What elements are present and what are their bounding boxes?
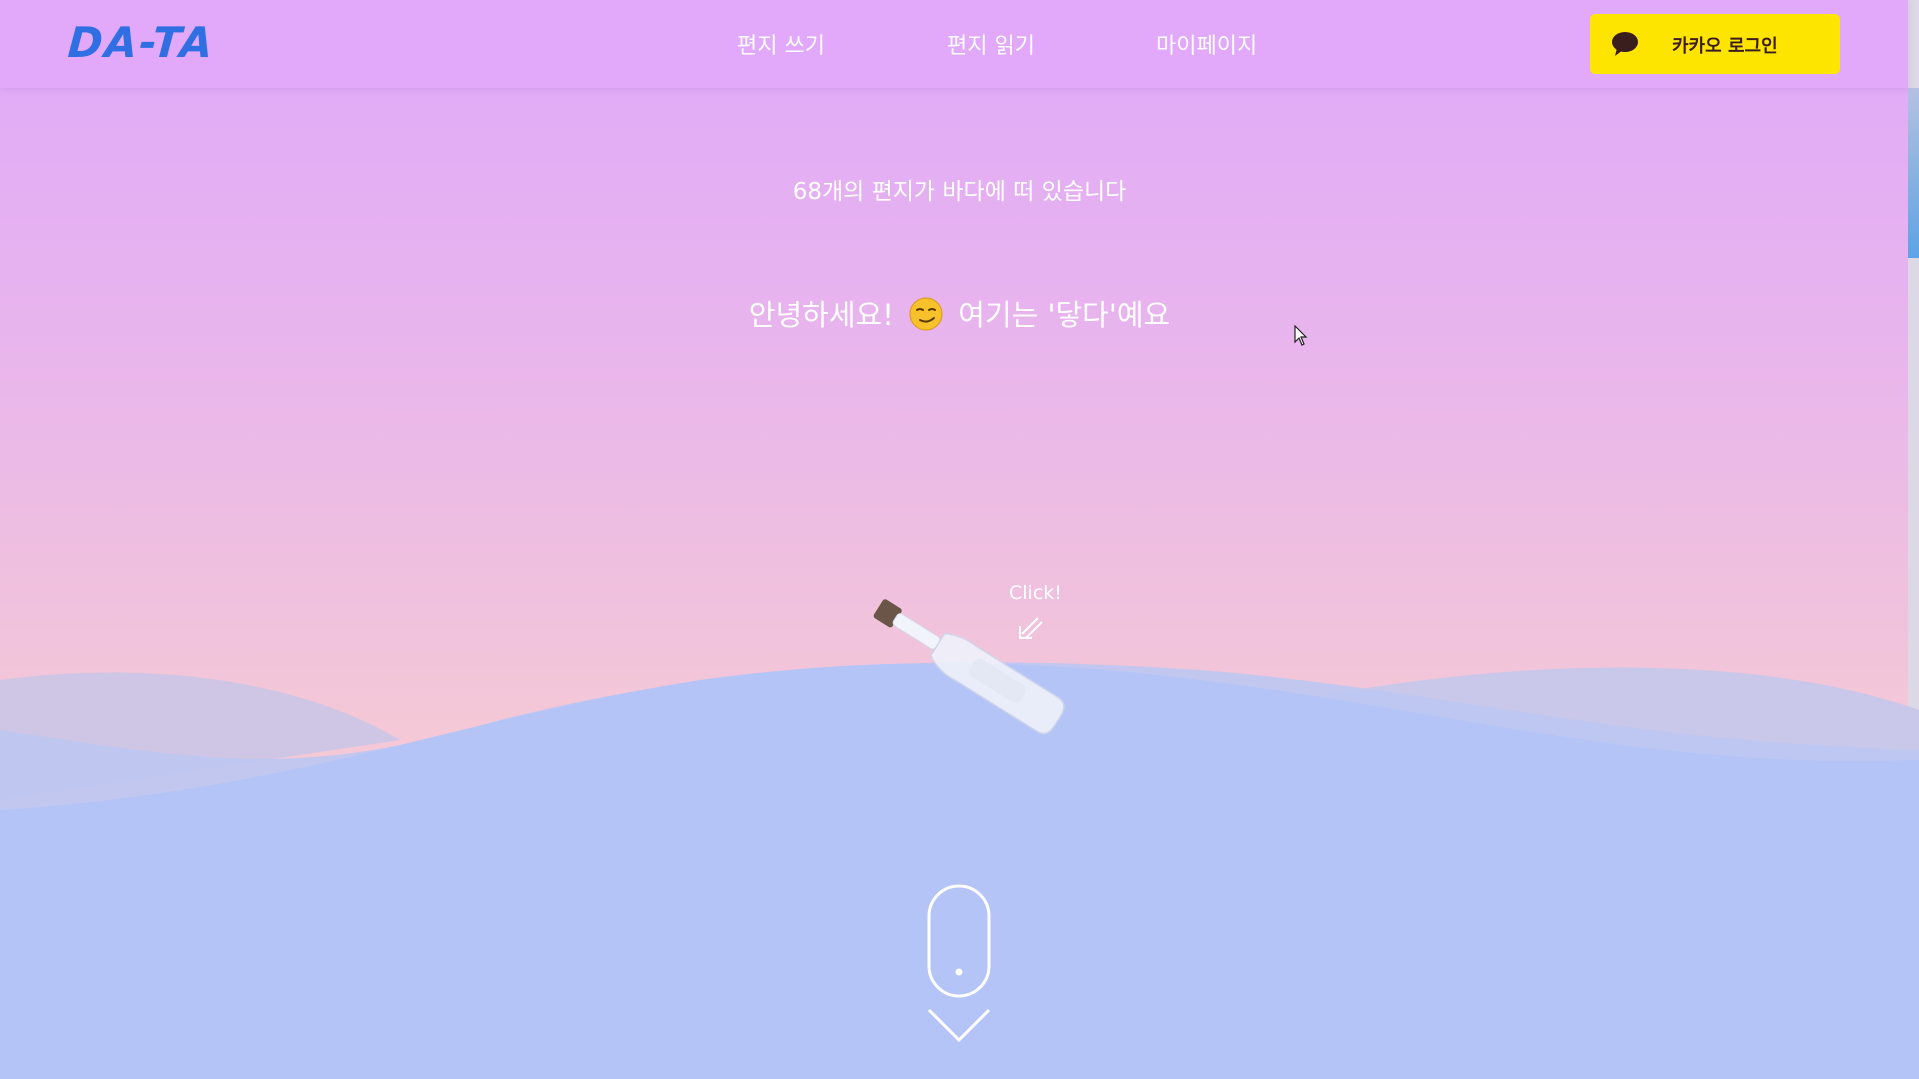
greeting-text: 안녕하세요! 여기는 '닿다'예요 (0, 292, 1919, 334)
kakao-login-button[interactable]: 카카오 로그인 (1590, 14, 1840, 74)
site-logo[interactable]: DA-TA (66, 18, 216, 67)
message-bottle[interactable] (845, 590, 1075, 760)
kakao-login-label: 카카오 로그인 (1672, 36, 1778, 57)
kakao-chat-bubble-icon (1612, 32, 1638, 56)
mouse-pointer-icon (1294, 325, 1308, 346)
nav-write-letter[interactable]: 편지 쓰기 (737, 28, 825, 60)
nav-mypage[interactable]: 마이페이지 (1156, 28, 1257, 60)
scroll-down-mouse-icon (927, 884, 991, 1043)
smirking-face-emoji-icon (909, 297, 943, 331)
greeting-place: 여기는 '닿다'예요 (958, 298, 1171, 332)
letter-count-text: 68개의 편지가 바다에 떠 있습니다 (792, 179, 1127, 205)
top-nav-bar: DA-TA 편지 쓰기 편지 읽기 마이페이지 카카오 로그인 (0, 0, 1908, 88)
greeting-hello: 안녕하세요! (748, 298, 894, 332)
nav-read-letter[interactable]: 편지 읽기 (947, 28, 1035, 60)
